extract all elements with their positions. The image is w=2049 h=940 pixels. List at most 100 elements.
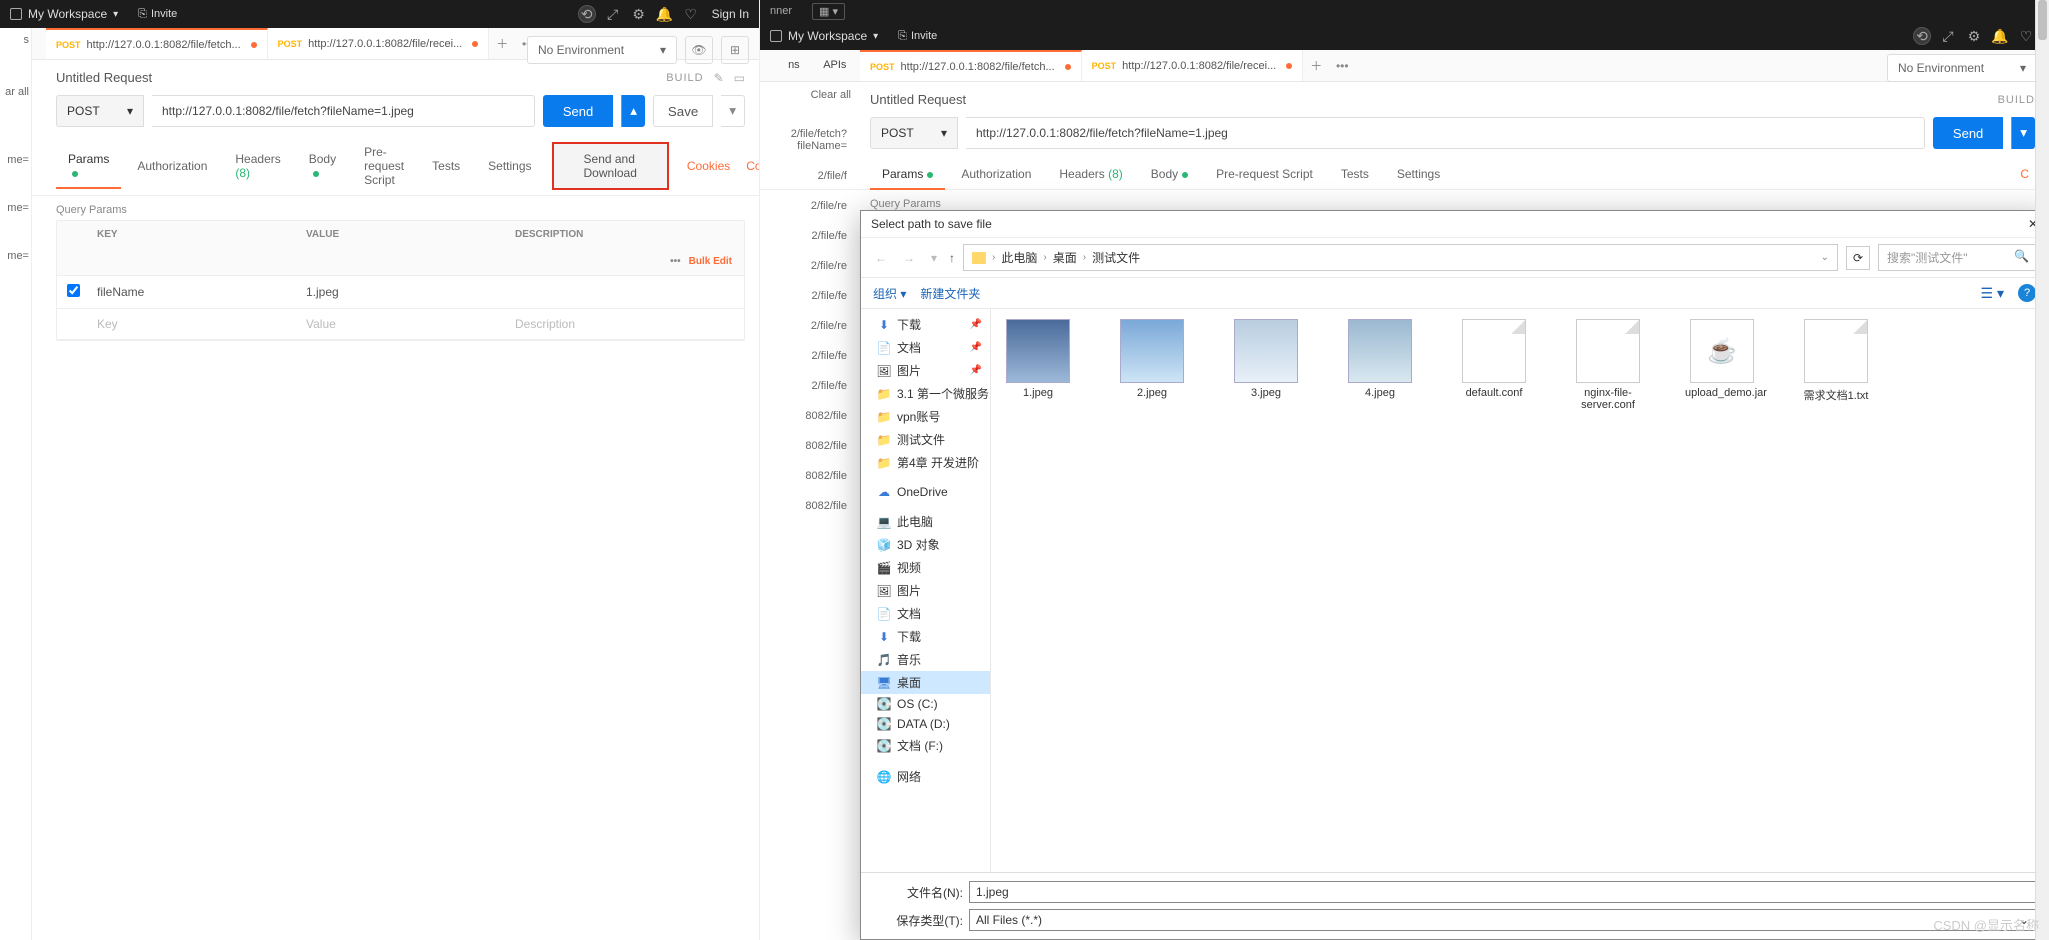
send-dropdown-button[interactable]: ▴ [621,95,645,127]
tab-authorization[interactable]: Authorization [949,159,1043,189]
tree-item[interactable]: 🌐网络 [861,765,990,788]
clear-all-link[interactable]: Clear all [760,80,855,110]
address-bar[interactable]: › 此电脑› 桌面› 测试文件 ⌄ [963,244,1838,271]
history-item[interactable]: 2/file/f [764,161,851,191]
tree-item[interactable]: ⬇下载📌 [861,313,990,336]
tree-item[interactable]: 🖥桌面 [861,671,990,694]
request-tab-1[interactable]: POST http://127.0.0.1:8082/file/fetch... [46,28,268,59]
tab-body[interactable]: Body [297,144,348,188]
filename-input[interactable]: 1.jpeg [969,881,2036,903]
method-select[interactable]: POST ▾ [56,95,144,127]
heart-icon[interactable]: ♡ [682,5,700,23]
send-button[interactable]: Send [543,95,613,127]
tab-headers[interactable]: Headers (8) [1047,159,1134,189]
cookies-link[interactable]: Cookies [681,151,736,181]
build-label[interactable]: BUILD [666,72,703,84]
history-item[interactable]: 2/file/re [764,311,851,341]
file-item[interactable]: 1.jpeg [1001,319,1075,411]
search-input[interactable]: 搜索"测试文件" 🔍 [1878,244,2038,271]
ph-desc[interactable]: Description [505,309,714,339]
capture-icon[interactable]: ⤢ [604,5,622,23]
filetype-select[interactable]: All Files (*.*)⌄ [969,909,2036,931]
history-item[interactable]: 8082/file [764,461,851,491]
tab-tests[interactable]: Tests [1329,159,1381,189]
request-tab-2[interactable]: POST http://127.0.0.1:8082/file/recei... [268,28,490,59]
comment-icon[interactable]: ✎ [714,71,724,85]
history-item[interactable]: 2/file/fe [764,371,851,401]
heart-icon[interactable]: ♡ [2017,27,2035,45]
recent-chevron-icon[interactable]: ▾ [927,251,941,265]
workspace-selector[interactable]: My Workspace ▾ [10,7,118,21]
tree-item[interactable]: 📁第4章 开发进阶 [861,451,990,474]
view-options-icon[interactable]: ☰ ▾ [1981,285,2004,302]
history-item[interactable]: 2/file/re [764,251,851,281]
folder-tree[interactable]: ⬇下载📌📄文档📌🖼图片📌📁3.1 第一个微服务📁vpn账号📁测试文件📁第4章 开… [861,309,991,872]
history-item[interactable]: 8082/file [764,431,851,461]
tab-settings[interactable]: Settings [1385,159,1452,189]
file-item[interactable]: nginx-file-server.conf [1571,319,1645,411]
ph-value[interactable]: Value [296,309,505,339]
scrollbar[interactable] [2035,0,2049,940]
method-select[interactable]: POST ▾ [870,117,958,149]
request-title[interactable]: Untitled Request [870,92,966,107]
send-button[interactable]: Send [1933,117,2003,149]
cell-value[interactable]: 1.jpeg [296,277,505,307]
tree-item[interactable]: 📁测试文件 [861,428,990,451]
save-dropdown-button[interactable]: ▾ [721,95,745,127]
request-title[interactable]: Untitled Request [56,70,152,85]
tree-item[interactable]: 💻此电脑 [861,510,990,533]
row-checkbox[interactable] [67,284,80,297]
file-item[interactable]: upload_demo.jar [1685,319,1759,411]
history-item[interactable]: 2/file/fe [764,341,851,371]
send-and-download-option[interactable]: Send and Download [552,142,669,190]
file-item[interactable]: 2.jpeg [1115,319,1189,411]
file-grid[interactable]: 1.jpeg2.jpeg3.jpeg4.jpegdefault.confngin… [991,309,2048,872]
save-button[interactable]: Save [653,95,713,127]
tree-item[interactable]: 📁3.1 第一个微服务 [861,382,990,405]
file-item[interactable]: 需求文档1.txt [1799,319,1873,411]
new-tab-button[interactable]: ＋ [489,35,515,52]
runner-icon[interactable]: ▦ ▾ [812,3,845,20]
environment-select[interactable]: No Environment ▾ [1887,54,2037,82]
tab-options-button[interactable]: ••• [1329,59,1355,73]
tree-item[interactable]: 🎬视频 [861,556,990,579]
sync-off-icon[interactable]: ⟲ [1913,27,1931,45]
c-link[interactable]: C [2014,159,2035,189]
tab-tests[interactable]: Tests [420,151,472,181]
history-item[interactable]: 2/file/re [764,191,851,221]
cell-key[interactable]: fileName [87,277,296,307]
env-quicklook-icon[interactable]: 👁 [685,36,713,64]
refresh-icon[interactable]: ⟳ [1846,246,1870,270]
more-icon[interactable]: ••• [670,256,681,267]
tree-item[interactable]: ⬇下载 [861,625,990,648]
tab-params[interactable]: Params [56,144,121,188]
tab-body[interactable]: Body [1139,159,1200,189]
chevron-down-icon[interactable]: ⌄ [1821,252,1829,263]
table-row-empty[interactable]: Key Value Description [57,309,744,340]
side-apis[interactable]: APIs [807,50,851,80]
tree-item[interactable]: 📄文档 [861,602,990,625]
tree-item[interactable]: 🎵音乐 [861,648,990,671]
request-tab-1[interactable]: POST http://127.0.0.1:8082/file/fetch... [860,50,1082,81]
sync-off-icon[interactable]: ⟲ [578,5,596,23]
table-row[interactable]: fileName 1.jpeg [57,276,744,309]
up-icon[interactable]: ↑ [949,251,955,265]
environment-select[interactable]: No Environment ▾ [527,36,677,64]
history-item[interactable]: 8082/file [764,491,851,521]
tree-item[interactable]: 💽DATA (D:) [861,714,990,734]
workspace-selector[interactable]: My Workspace ▾ [770,29,878,43]
tree-item[interactable]: 💽OS (C:) [861,694,990,714]
tab-headers[interactable]: Headers (8) [223,144,292,188]
file-item[interactable]: 3.jpeg [1229,319,1303,411]
tree-item[interactable]: 📄文档📌 [861,336,990,359]
cell-desc[interactable] [505,284,714,300]
side-ns[interactable]: ns [760,50,804,80]
settings-icon[interactable]: ⚙ [1965,27,1983,45]
tree-item[interactable]: 🖼图片 [861,579,990,602]
settings-icon[interactable]: ⚙ [630,5,648,23]
history-item[interactable]: 2/file/fetch?fileName= [764,119,851,161]
tab-settings[interactable]: Settings [476,151,543,181]
tab-prereq[interactable]: Pre-request Script [1204,159,1325,189]
tree-item[interactable]: 📁vpn账号 [861,405,990,428]
ph-key[interactable]: Key [87,309,296,339]
